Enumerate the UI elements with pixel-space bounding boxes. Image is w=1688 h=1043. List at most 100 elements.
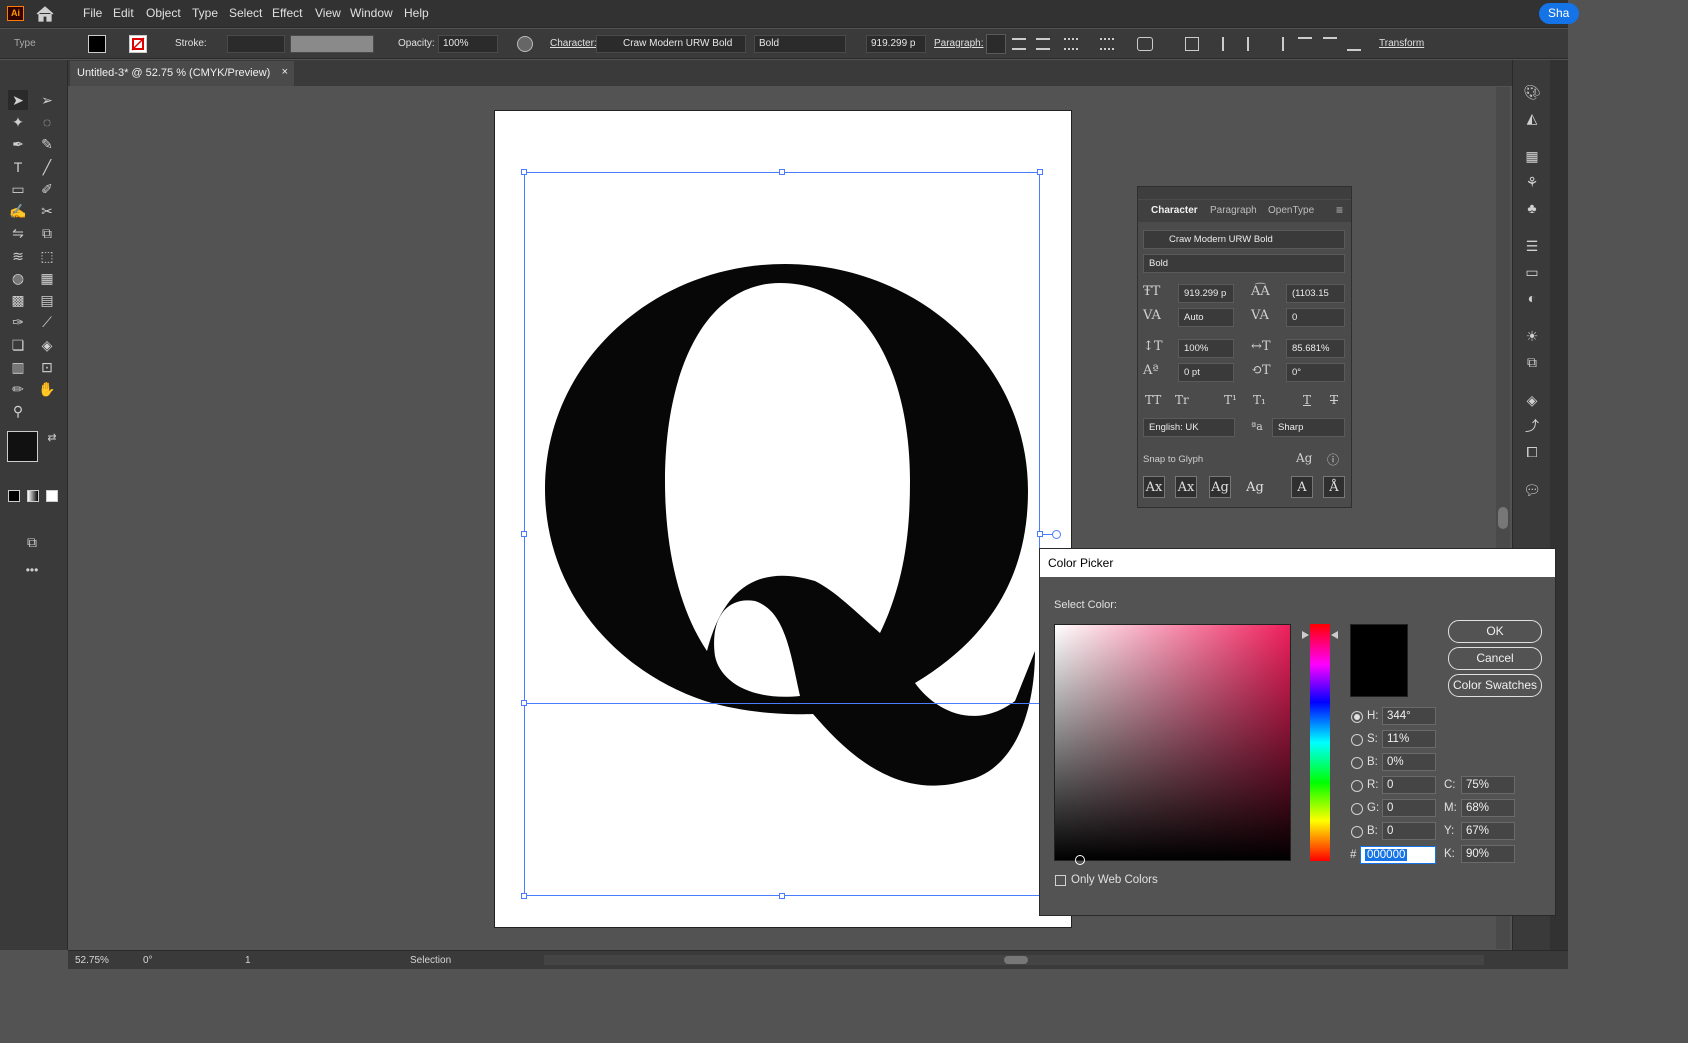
menu-select[interactable]: Select bbox=[229, 6, 262, 20]
y-field[interactable]: 67% bbox=[1461, 822, 1515, 840]
free-transform-icon[interactable]: ⬚ bbox=[37, 246, 57, 266]
font-style-field[interactable]: Bold bbox=[754, 35, 846, 53]
menu-view[interactable]: View bbox=[315, 6, 341, 20]
home-icon[interactable] bbox=[35, 5, 55, 26]
handle-ml[interactable] bbox=[521, 531, 527, 537]
scroll-thumb[interactable] bbox=[1498, 507, 1508, 529]
comments-icon[interactable]: 💬︎ bbox=[1522, 480, 1542, 500]
measure-icon[interactable]: ⟋ bbox=[37, 312, 57, 332]
stroke-weight-field[interactable] bbox=[227, 35, 285, 53]
snap-baseline-icon[interactable]: Ax bbox=[1143, 476, 1165, 498]
hand-tool-icon[interactable]: ✋ bbox=[37, 379, 57, 399]
menu-edit[interactable]: Edit bbox=[113, 6, 134, 20]
gradient-panel-icon[interactable]: ▭ bbox=[1522, 262, 1542, 282]
handle-tl[interactable] bbox=[521, 169, 527, 175]
appearance-icon[interactable]: ☀ bbox=[1522, 326, 1542, 346]
snap-glyph-bounds-icon[interactable]: Ag bbox=[1209, 476, 1231, 498]
panel-header[interactable] bbox=[1138, 187, 1351, 199]
char-antialias[interactable]: Sharp bbox=[1272, 418, 1345, 437]
asset-export-icon[interactable]: ⤴ bbox=[1522, 416, 1542, 436]
swatches-icon[interactable]: ▦ bbox=[1522, 146, 1542, 166]
graph-tool-icon[interactable]: ▥ bbox=[8, 357, 28, 377]
strikethrough-icon[interactable]: T bbox=[1330, 393, 1338, 407]
shaper-tool-icon[interactable]: ✍ bbox=[8, 201, 28, 221]
align-left-button[interactable] bbox=[986, 34, 1006, 54]
graphic-styles-icon[interactable]: ⧉ bbox=[1522, 352, 1542, 372]
h-scroll-thumb[interactable] bbox=[1004, 956, 1028, 964]
align-center-button[interactable] bbox=[1012, 38, 1026, 50]
char-tracking[interactable]: 0 bbox=[1286, 308, 1345, 327]
char-baseline-shift[interactable]: 0 pt bbox=[1178, 363, 1234, 382]
tab-paragraph[interactable]: Paragraph bbox=[1210, 205, 1257, 216]
r-radio[interactable] bbox=[1351, 780, 1363, 792]
pen-tool-icon[interactable]: ✒ bbox=[8, 134, 28, 154]
h-field[interactable]: 344° bbox=[1382, 707, 1436, 725]
lasso-icon[interactable]: ◌ bbox=[37, 112, 57, 132]
char-leading[interactable]: (1103.15 bbox=[1286, 284, 1345, 303]
swap-colors-icon[interactable]: ⇄ bbox=[42, 427, 62, 447]
panel-menu-icon[interactable]: ≡ bbox=[1336, 203, 1343, 217]
tab-opentype[interactable]: OpenType bbox=[1268, 205, 1314, 216]
align-right-edge-icon[interactable] bbox=[1270, 37, 1284, 51]
handle-bl[interactable] bbox=[521, 893, 527, 899]
type-flip-icon[interactable] bbox=[1137, 37, 1153, 51]
web-colors-checkbox[interactable] bbox=[1055, 875, 1066, 886]
info-icon[interactable]: ⓘ bbox=[1327, 451, 1339, 468]
slice-tool-icon[interactable]: ✏ bbox=[8, 379, 28, 399]
cancel-button[interactable]: Cancel bbox=[1448, 647, 1542, 670]
symbol-sprayer-icon[interactable]: ◈ bbox=[37, 335, 57, 355]
hue-slider[interactable] bbox=[1310, 624, 1330, 861]
color-cursor[interactable] bbox=[1075, 855, 1085, 865]
char-font-family[interactable]: Craw Modern URW Bold bbox=[1143, 230, 1345, 249]
direct-selection-tool-icon[interactable]: ➢ bbox=[37, 90, 57, 110]
superscript-icon[interactable]: T¹ bbox=[1224, 393, 1237, 407]
paragraph-label[interactable]: Paragraph: bbox=[934, 38, 983, 49]
color-guide-icon[interactable]: ◭ bbox=[1522, 108, 1542, 128]
color-panel-icon[interactable]: 🎨︎ bbox=[1522, 82, 1542, 102]
recolor-icon[interactable] bbox=[517, 36, 533, 52]
zoom-level[interactable]: 52.75% bbox=[75, 955, 109, 966]
artboard-number[interactable]: 1 bbox=[245, 955, 251, 966]
character-label[interactable]: Character: bbox=[550, 38, 597, 49]
align-hcenter-icon[interactable] bbox=[1247, 37, 1261, 51]
m-field[interactable]: 68% bbox=[1461, 799, 1515, 817]
s-radio[interactable] bbox=[1351, 734, 1363, 746]
selection-tool-icon[interactable]: ➤ bbox=[8, 90, 28, 110]
more-tools-icon[interactable]: ••• bbox=[22, 560, 42, 580]
font-family-field[interactable]: Craw Modern URW Bold bbox=[596, 35, 746, 53]
h-radio[interactable] bbox=[1351, 711, 1363, 723]
transparency-icon[interactable]: ◐ bbox=[1522, 288, 1542, 308]
zoom-tool-icon[interactable]: ⚲ bbox=[8, 401, 28, 421]
g-field[interactable]: 0 bbox=[1382, 799, 1436, 817]
stroke-swatch[interactable] bbox=[129, 35, 147, 53]
document-tab[interactable]: Untitled-3* @ 52.75 % (CMYK/Preview) × bbox=[70, 61, 294, 86]
hue-slider-left-arrow[interactable] bbox=[1302, 631, 1309, 639]
transform-label[interactable]: Transform bbox=[1379, 38, 1424, 49]
fill-color-box[interactable] bbox=[7, 431, 38, 462]
scissors-icon[interactable]: ✂ bbox=[37, 201, 57, 221]
shape-builder-icon[interactable]: ◍ bbox=[8, 268, 28, 288]
menu-file[interactable]: File bbox=[83, 6, 102, 20]
hex-field[interactable]: 000000 bbox=[1360, 846, 1436, 864]
gradient-mode-icon[interactable] bbox=[27, 490, 39, 502]
none-mode-icon[interactable] bbox=[46, 490, 58, 502]
color-mode-icon[interactable] bbox=[8, 490, 20, 502]
hue-slider-right-arrow[interactable] bbox=[1331, 631, 1338, 639]
underline-icon[interactable]: T bbox=[1303, 393, 1311, 407]
all-caps-icon[interactable]: TT bbox=[1145, 393, 1161, 407]
handle-tr[interactable] bbox=[1037, 169, 1043, 175]
tab-character[interactable]: Character bbox=[1151, 205, 1198, 216]
artboard-tool-icon[interactable]: ⊡ bbox=[37, 357, 57, 377]
layers-icon[interactable]: ◈ bbox=[1522, 390, 1542, 410]
scale-tool-icon[interactable]: ⧉ bbox=[37, 223, 57, 243]
text-out-port[interactable] bbox=[1052, 530, 1061, 539]
c-field[interactable]: 75% bbox=[1461, 776, 1515, 794]
blue-radio[interactable] bbox=[1351, 826, 1363, 838]
fill-swatch[interactable] bbox=[88, 35, 106, 53]
snap-settings-icon[interactable]: Ag bbox=[1296, 451, 1312, 465]
perspective-grid-icon[interactable]: ▦ bbox=[37, 268, 57, 288]
line-tool-icon[interactable]: ╱ bbox=[37, 157, 57, 177]
share-button[interactable]: Sha bbox=[1539, 3, 1579, 24]
align-right-button[interactable] bbox=[1036, 38, 1050, 50]
screen-mode-icon[interactable]: ⧉ bbox=[22, 532, 42, 552]
